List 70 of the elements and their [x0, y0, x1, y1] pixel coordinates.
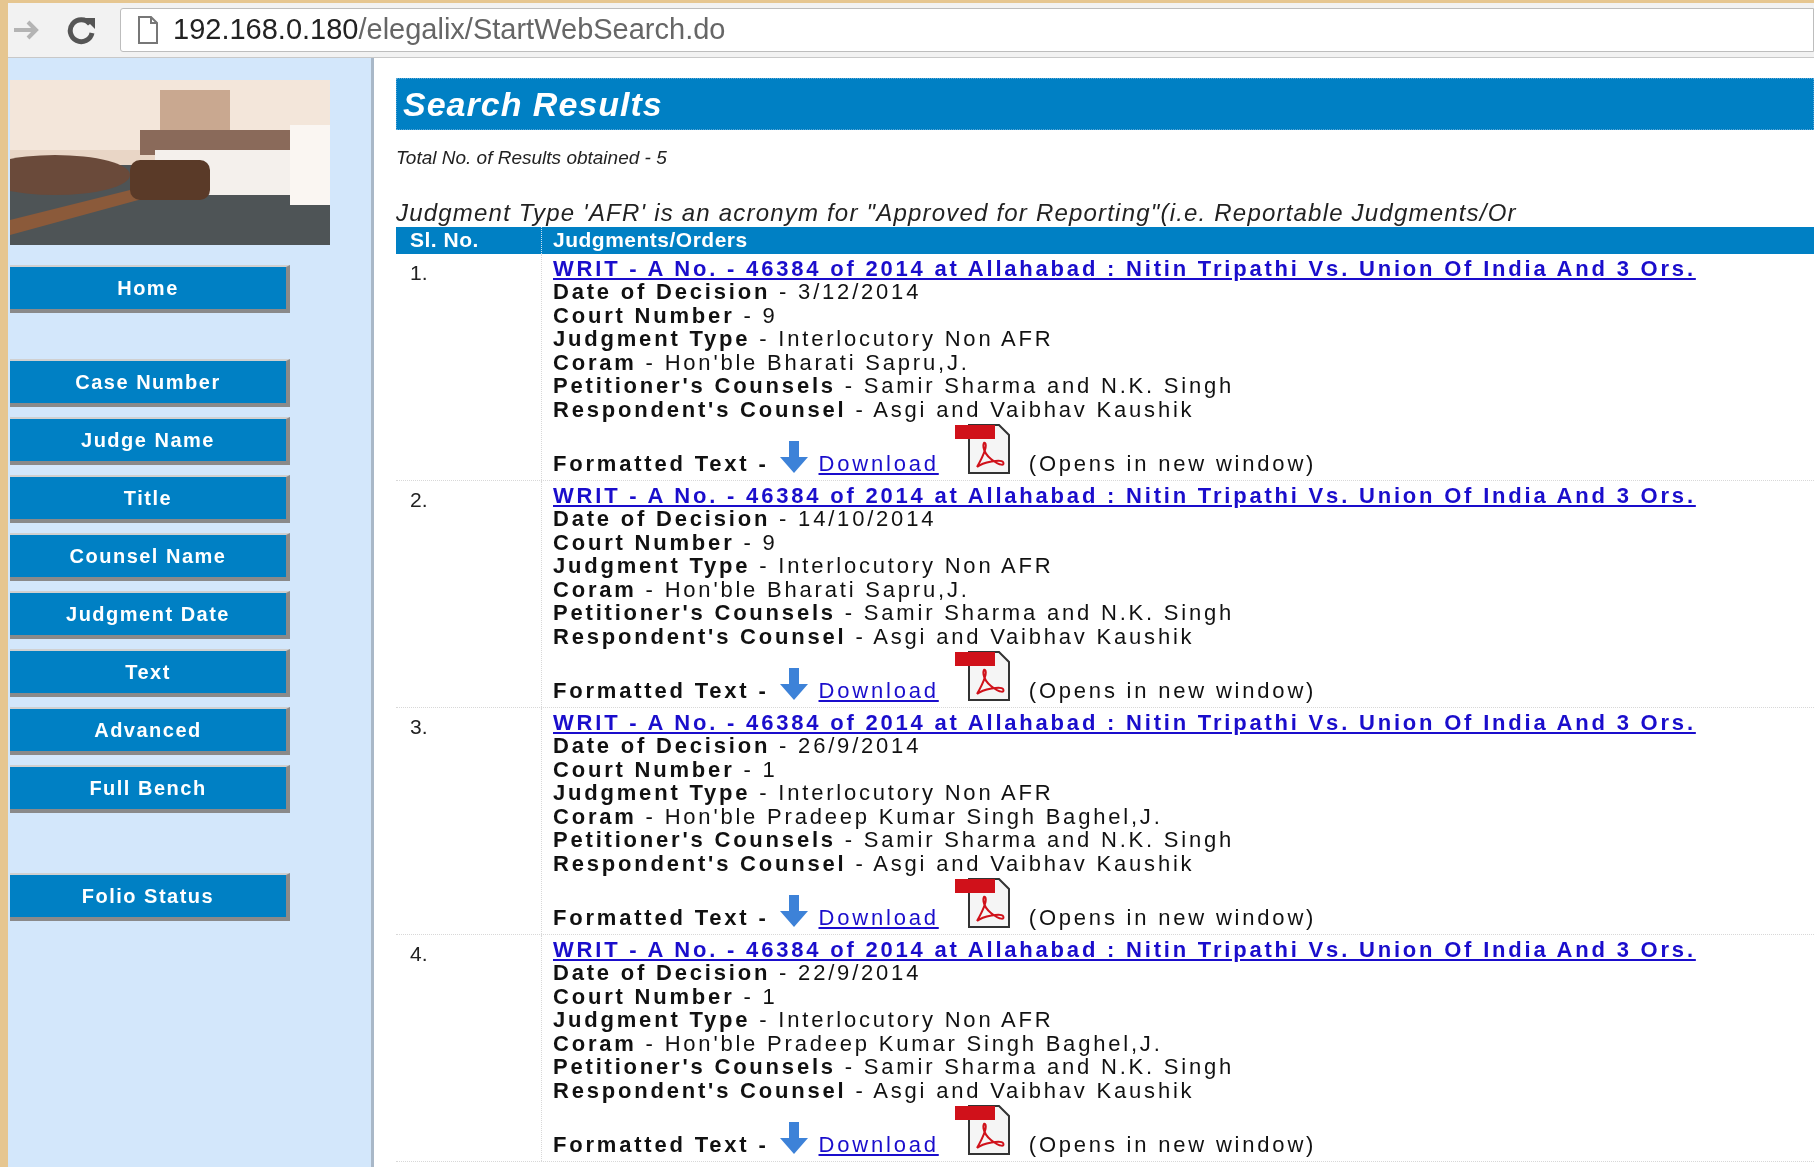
case-detail: Petitioner's Counsels - Samir Sharma and N.K. Singh [553, 374, 1236, 398]
address-field[interactable]: 192.168.0.180/elegalix/StartWebSearch.do [120, 8, 1814, 52]
case-detail: Judgment Type - Interlocutory Non AFR [553, 1008, 1055, 1032]
case-title-link[interactable]: WRIT - A No. - 46384 of 2014 at Allahabad : Nitin Tripathi Vs. Union Of India And 3 Ors. [553, 256, 1696, 280]
results-count: Total No. of Results obtained - 5 [396, 146, 668, 170]
nav-button[interactable]: Text [10, 649, 290, 697]
download-link[interactable]: Download [818, 1132, 939, 1156]
case-detail: Petitioner's Counsels - Samir Sharma and N.K. Singh [553, 601, 1236, 625]
case-detail: Court Number - 1 [553, 984, 779, 1008]
new-window-note: (Opens in new window) [1028, 905, 1317, 929]
case-detail: Court Number - 9 [553, 530, 779, 554]
formatted-text-label: Formatted Text - [553, 905, 769, 929]
case-detail: Court Number - 1 [553, 757, 779, 781]
case-title-link[interactable]: WRIT - A No. - 46384 of 2014 at Allahabad : Nitin Tripathi Vs. Union Of India And 3 Ors. [553, 483, 1696, 507]
case-detail: Date of Decision - 26/9/2014 [553, 734, 923, 758]
case-detail: Date of Decision - 22/9/2014 [553, 961, 923, 985]
nav-button[interactable]: Full Bench [10, 765, 290, 813]
page-title: Search Results [403, 83, 663, 125]
url-text: 192.168.0.180/elegalix/StartWebSearch.do [173, 12, 726, 48]
case-detail: Coram - Hon'ble Pradeep Kumar Singh Baghel,J. [553, 804, 1164, 828]
download-link[interactable]: Download [818, 451, 939, 475]
nav-button[interactable]: Case Number [10, 359, 290, 407]
case-detail: Respondent's Counsel - Asgi and Vaibhav Kaushik [553, 397, 1195, 421]
row-number: 3. [410, 714, 428, 738]
nav-button[interactable]: Title [10, 475, 290, 523]
page-icon [137, 16, 159, 44]
formatted-text-label: Formatted Text - [553, 451, 769, 475]
download-arrow-icon [778, 668, 809, 700]
case-detail: Judgment Type - Interlocutory Non AFR [553, 327, 1055, 351]
case-detail: Respondent's Counsel - Asgi and Vaibhav Kaushik [553, 624, 1195, 648]
download-link[interactable]: Download [818, 678, 939, 702]
download-arrow-icon [778, 441, 809, 473]
column-header: Sl. No. [396, 226, 542, 254]
download-arrow-icon [778, 895, 809, 927]
row-number: 4. [410, 941, 428, 965]
nav-button[interactable]: Home [10, 265, 290, 313]
new-window-note: (Opens in new window) [1028, 1132, 1317, 1156]
nav-button[interactable]: Counsel Name [10, 533, 290, 581]
case-detail: Judgment Type - Interlocutory Non AFR [553, 554, 1055, 578]
case-detail: Date of Decision - 14/10/2014 [553, 507, 938, 531]
column-header: Judgments/Orders [552, 227, 748, 254]
case-detail: Respondent's Counsel - Asgi and Vaibhav Kaushik [553, 1078, 1195, 1102]
case-title-link[interactable]: WRIT - A No. - 46384 of 2014 at Allahabad : Nitin Tripathi Vs. Union Of India And 3 Ors. [553, 710, 1696, 734]
case-detail: Judgment Type - Interlocutory Non AFR [553, 781, 1055, 805]
pdf-file-icon[interactable] [954, 877, 1013, 929]
nav-button[interactable]: Judgment Date [10, 591, 290, 639]
case-detail: Coram - Hon'ble Bharati Sapru,J. [553, 350, 971, 374]
case-detail: Coram - Hon'ble Bharati Sapru,J. [553, 577, 971, 601]
row-number: 1. [410, 260, 428, 284]
case-detail: Petitioner's Counsels - Samir Sharma and N.K. Singh [553, 1055, 1236, 1079]
pdf-file-icon[interactable] [954, 1104, 1013, 1156]
case-detail: Date of Decision - 3/12/2014 [553, 280, 923, 304]
row-number: 2. [410, 487, 428, 511]
case-title-link[interactable]: WRIT - A No. - 46384 of 2014 at Allahabad : Nitin Tripathi Vs. Union Of India And 3 Ors. [553, 937, 1696, 961]
afr-note: Judgment Type 'AFR' is an acronym for "Approved for Reporting"(i.e. Reportable Judgments/Or [396, 198, 1518, 227]
nav-button[interactable]: Folio Status [10, 873, 290, 921]
nav-button[interactable]: Advanced [10, 707, 290, 755]
case-detail: Respondent's Counsel - Asgi and Vaibhav Kaushik [553, 851, 1195, 875]
formatted-text-label: Formatted Text - [553, 1132, 769, 1156]
new-window-note: (Opens in new window) [1028, 451, 1317, 475]
case-detail: Court Number - 9 [553, 303, 779, 327]
formatted-text-label: Formatted Text - [553, 678, 769, 702]
new-window-note: (Opens in new window) [1028, 678, 1317, 702]
download-arrow-icon [778, 1122, 809, 1154]
download-link[interactable]: Download [818, 905, 939, 929]
nav-button[interactable]: Judge Name [10, 417, 290, 465]
case-detail: Petitioner's Counsels - Samir Sharma and N.K. Singh [553, 828, 1236, 852]
case-detail: Coram - Hon'ble Pradeep Kumar Singh Baghel,J. [553, 1031, 1164, 1055]
pdf-file-icon[interactable] [954, 650, 1013, 702]
pdf-file-icon[interactable] [954, 423, 1013, 475]
